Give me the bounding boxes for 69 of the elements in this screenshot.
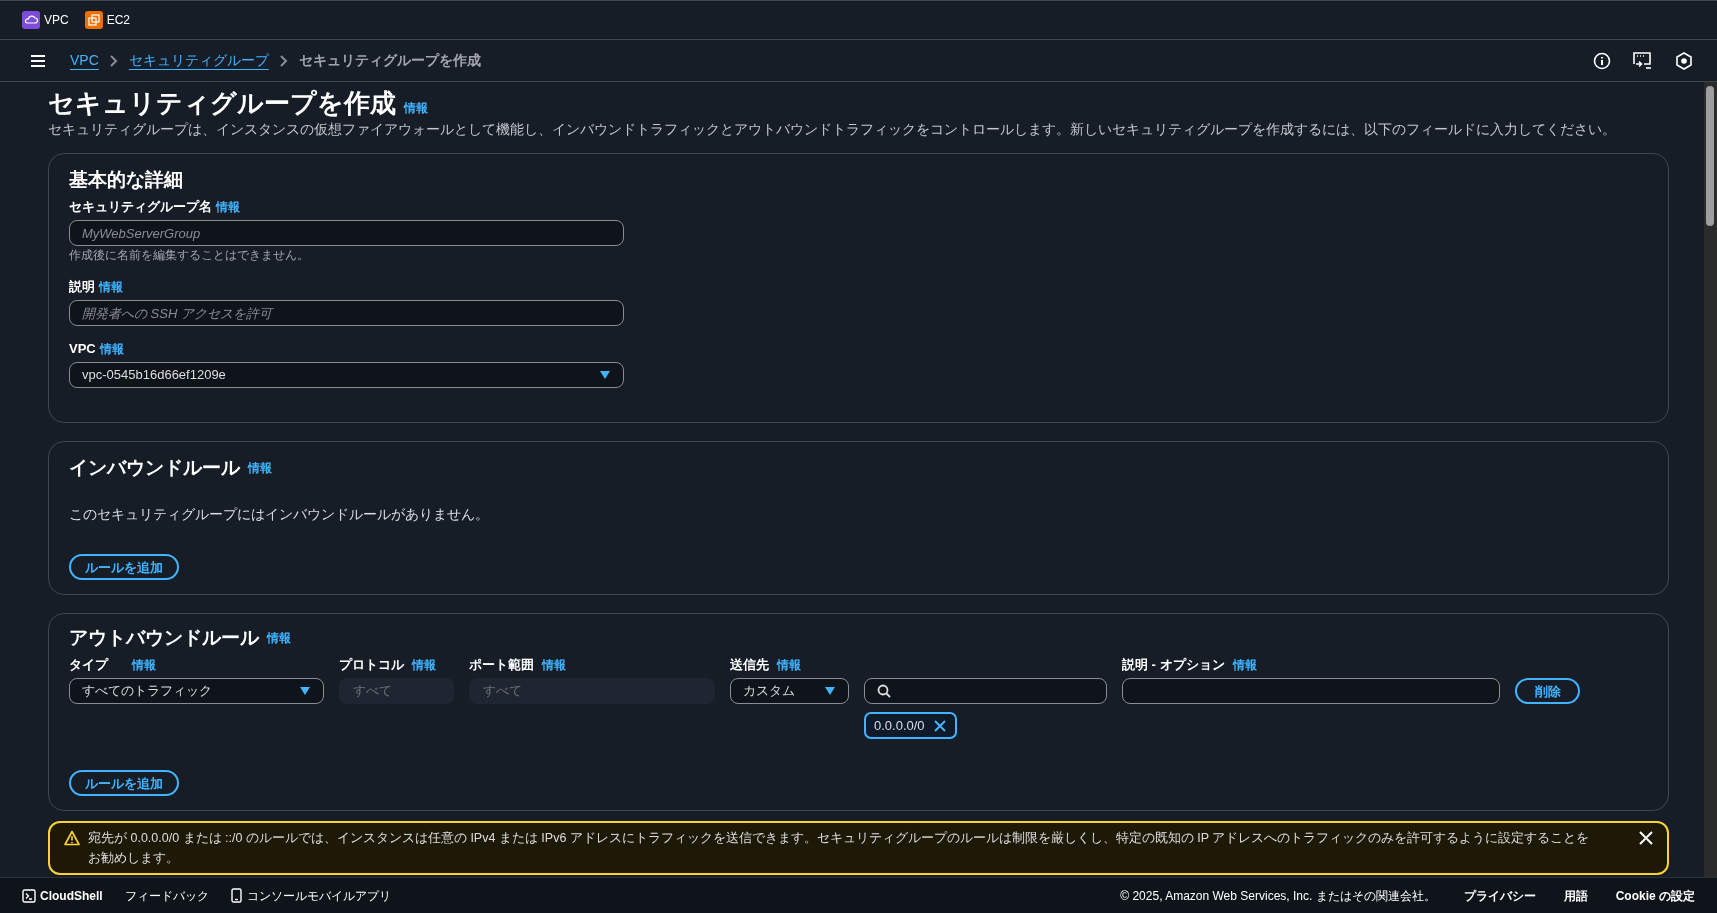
search-icon <box>877 684 891 698</box>
terminal-icon[interactable] <box>22 888 36 903</box>
copyright-text: © 2025, Amazon Web Services, Inc. またはその関連会社。 <box>1120 887 1436 905</box>
type-select[interactable]: すべてのトラフィック <box>69 678 324 704</box>
footer-link[interactable]: 用語 <box>1563 886 1588 905</box>
column-header: ポート範囲 <box>469 656 534 674</box>
field-label: VPC <box>69 340 96 358</box>
info-link[interactable]: 情報 <box>777 656 801 674</box>
field-label: セキュリティグループ名 <box>69 198 212 216</box>
caret-down-icon <box>299 686 311 696</box>
scrollbar[interactable] <box>1703 82 1717 877</box>
empty-message: このセキュリティグループにはインバウンドルールがありません。 <box>69 505 489 524</box>
info-link[interactable]: 情報 <box>99 278 123 296</box>
description-field[interactable] <box>1122 678 1500 704</box>
field-hint: 作成後に名前を編集することはできません。 <box>69 247 310 264</box>
breadcrumb-current: セキュリティグループを作成 <box>298 51 481 70</box>
close-icon[interactable] <box>932 718 947 733</box>
search-field[interactable] <box>864 678 1107 704</box>
vpc-select[interactable]: vpc-0545b16d66ef1209e <box>69 362 624 388</box>
page-title: セキュリティグループを作成 <box>48 87 396 120</box>
breadcrumb-link[interactable]: VPC <box>70 50 99 71</box>
token-text: 0.0.0.0/0 <box>874 716 925 735</box>
delete-button[interactable]: 削除 <box>1515 678 1580 704</box>
destination-select[interactable]: カスタム <box>730 678 849 704</box>
panel-title: 基本的な詳細 <box>69 168 184 192</box>
info-link[interactable]: 情報 <box>132 656 156 674</box>
description-field[interactable]: 開発者への SSH アクセスを許可 <box>69 300 624 326</box>
name-field[interactable]: MyWebServerGroup <box>69 220 624 246</box>
caret-down-icon <box>824 686 836 696</box>
squares-icon[interactable] <box>84 11 103 29</box>
column-header: 送信先 <box>730 656 769 674</box>
field-label: 説明 <box>69 278 95 296</box>
select-value: すべてのトラフィック <box>82 682 212 701</box>
footer-link[interactable]: プライバシー <box>1463 886 1536 905</box>
footer-link[interactable]: CloudShell <box>40 886 103 905</box>
panel-title: インバウンドルール <box>69 456 240 480</box>
info-link[interactable]: 情報 <box>412 656 436 674</box>
scrollbar-thumb[interactable] <box>1706 86 1715 226</box>
select-value: vpc-0545b16d66ef1209e <box>82 366 226 385</box>
footer-link[interactable]: フィードバック <box>124 886 209 905</box>
info-link[interactable]: 情報 <box>248 459 272 477</box>
add-rule-button[interactable]: ルールを追加 <box>69 554 179 580</box>
add-rule-button[interactable]: ルールを追加 <box>69 770 179 796</box>
page-description: セキュリティグループは、インスタンスの仮想ファイアウォールとして機能し、インバウンドトラフィックとアウトバウンドトラフィックをコントロールします。新しいセキュリティグループを作成するには、以下のフィールドに入力してください。 <box>48 121 1617 139</box>
cloud-icon[interactable] <box>22 11 40 29</box>
caret-down-icon <box>599 370 611 380</box>
breadcrumb-link[interactable]: セキュリティグループ <box>128 50 269 71</box>
info-icon[interactable] <box>1593 51 1611 70</box>
service-link[interactable]: EC2 <box>106 11 131 29</box>
info-link[interactable]: 情報 <box>267 629 291 647</box>
info-link[interactable]: 情報 <box>216 198 240 216</box>
footer-link[interactable]: コンソールモバイルアプリ <box>246 886 391 905</box>
panel-title: アウトバウンドルール <box>69 626 259 650</box>
footer-link[interactable]: Cookie の設定 <box>1615 886 1695 905</box>
menu-icon[interactable] <box>30 53 46 68</box>
info-link[interactable]: 情報 <box>404 99 428 117</box>
phone-icon[interactable] <box>230 888 243 903</box>
monitor-arrow-icon[interactable] <box>1633 51 1653 70</box>
warning-icon <box>64 830 80 846</box>
info-link[interactable]: 情報 <box>542 656 566 674</box>
info-link[interactable]: 情報 <box>1232 656 1257 674</box>
hexagon-icon[interactable] <box>1675 51 1693 70</box>
column-header: 説明 - オプション <box>1122 656 1225 674</box>
column-header: タイプ <box>69 656 108 674</box>
select-value: カスタム <box>743 682 795 701</box>
warning-message: 宛先が 0.0.0.0/0 または ::/0 のルールでは、インスタンスは任意の IPv4 または IPv6 アドレスにトラフィックを送信できます。セキュリティグループのルールは制限を厳しくし、特定の既知の IP アドレスへのトラフィックのみを許可するように設定することをお勧めします。 <box>88 830 1591 867</box>
info-link[interactable]: 情報 <box>99 340 124 358</box>
column-header: プロトコル <box>339 656 404 674</box>
service-link[interactable]: VPC <box>44 11 69 29</box>
